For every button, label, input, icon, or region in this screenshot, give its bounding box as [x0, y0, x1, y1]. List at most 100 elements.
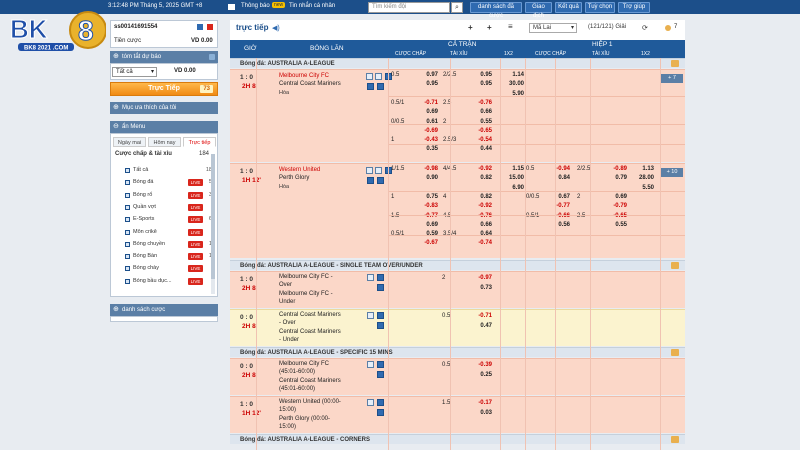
odds-over[interactable]: -0.39	[470, 362, 492, 368]
odds-1x2[interactable]: 30.00	[500, 81, 524, 87]
score-icon[interactable]	[377, 322, 384, 329]
notice-link[interactable]: Thông báo	[241, 3, 270, 9]
sound-icon[interactable]: ◀)	[272, 24, 280, 32]
tab-tomorrow[interactable]: Ngày mai	[113, 137, 146, 147]
checkbox[interactable]	[125, 254, 130, 260]
star-icon[interactable]	[377, 274, 384, 281]
score-icon[interactable]	[377, 409, 384, 416]
score-icon[interactable]	[377, 83, 384, 90]
menu-section-title[interactable]: Cược chấp & tài xỉu	[115, 151, 172, 157]
odds-hdp[interactable]: 0.69	[416, 222, 438, 228]
odds-ou[interactable]: -0.65	[470, 128, 492, 134]
checkbox[interactable]	[125, 266, 130, 272]
odds-half-1x2[interactable]: 5.50	[630, 185, 654, 191]
menu-header[interactable]: ⊖ ẩn Menu	[110, 121, 218, 133]
odds-half-ou[interactable]: 0.69	[605, 194, 627, 200]
sport-item[interactable]: Quần vợtLIVE8	[125, 202, 215, 213]
odds-ou[interactable]: 0.95	[470, 81, 492, 87]
checkbox[interactable]	[125, 278, 130, 284]
odds-half-hdp[interactable]: -0.94	[548, 166, 570, 172]
bet-list-header[interactable]: ⊕ danh sách cược	[110, 304, 218, 316]
collapse-icon[interactable]	[209, 54, 215, 60]
odds-half-ou[interactable]: -0.89	[605, 166, 627, 172]
checkbox[interactable]	[125, 192, 130, 198]
sport-item[interactable]: Bóng rổLIVE30	[125, 190, 215, 201]
odds-hdp[interactable]: -0.83	[416, 203, 438, 209]
tv-icon[interactable]	[375, 73, 382, 80]
star-icon[interactable]	[377, 399, 384, 406]
odds-hdp[interactable]: 0.75	[416, 194, 438, 200]
league-header[interactable]: Bóng đá: AUSTRALIA A-LEAGUE - SPECIFIC 1…	[230, 347, 685, 357]
collapse-icon[interactable]	[671, 262, 679, 269]
odds-ou[interactable]: -0.74	[470, 240, 492, 246]
odds-1x2[interactable]: 15.00	[500, 175, 524, 181]
odds-1x2[interactable]: 1.14	[500, 72, 524, 78]
tv-icon[interactable]	[375, 167, 382, 174]
odds-ou[interactable]: -0.92	[470, 166, 492, 172]
sport-item[interactable]: Bóng chàyLIVE5	[125, 263, 215, 274]
odds-hdp[interactable]: 0.90	[416, 175, 438, 181]
odds-ou[interactable]: 0.66	[470, 222, 492, 228]
odds-hdp[interactable]: 0.95	[416, 81, 438, 87]
odds-under[interactable]: 0.73	[470, 285, 492, 291]
odds-hdp[interactable]: -0.98	[416, 166, 438, 172]
odds-over[interactable]: -0.17	[470, 400, 492, 406]
refresh-icon[interactable]: +	[487, 23, 492, 32]
stats-icon[interactable]	[367, 274, 374, 281]
odds-hdp[interactable]: -0.69	[416, 128, 438, 134]
odds-ou[interactable]: 0.44	[470, 146, 492, 152]
odds-type-select[interactable]: Mã Lai ▾	[529, 23, 577, 33]
tab-today[interactable]: Hôm nay	[148, 137, 181, 147]
odds-half-hdp[interactable]: 0.67	[548, 194, 570, 200]
filter-select[interactable]: Tất cả ▾	[112, 67, 157, 77]
odds-hdp[interactable]: -0.43	[416, 137, 438, 143]
odds-1x2[interactable]: 6.90	[500, 185, 524, 191]
odds-half-1x2[interactable]: 28.00	[630, 175, 654, 181]
stats-icon[interactable]	[367, 399, 374, 406]
odds-half-1x2[interactable]: 1.13	[630, 166, 654, 172]
sport-item[interactable]: E-SportsLIVE63	[125, 214, 215, 225]
checkbox[interactable]	[125, 241, 130, 247]
odds-half-hdp[interactable]: 0.56	[548, 222, 570, 228]
score-icon[interactable]	[377, 284, 384, 291]
odds-ou[interactable]: 0.82	[470, 194, 492, 200]
odds-ou[interactable]: 0.66	[470, 109, 492, 115]
live-stream-icon[interactable]	[367, 83, 374, 90]
nav-transactions[interactable]: Giao dịch	[525, 2, 552, 19]
nav-results[interactable]: Kết quả	[555, 2, 582, 13]
odds-under[interactable]: 0.03	[470, 410, 492, 416]
odds-hdp[interactable]: 0.35	[416, 146, 438, 152]
stats-icon[interactable]	[367, 312, 374, 319]
favorites-header[interactable]: ⊕ Mục ưa thích của tôi	[110, 102, 218, 114]
nav-bet-list[interactable]: danh sách đã cược	[470, 2, 522, 19]
collapse-icon[interactable]	[671, 60, 679, 67]
checkbox[interactable]	[125, 204, 130, 210]
odds-ou[interactable]: -0.76	[470, 100, 492, 106]
odds-over[interactable]: -0.97	[470, 275, 492, 281]
checkbox[interactable]	[125, 168, 130, 173]
stats-icon[interactable]	[366, 73, 373, 80]
star-icon[interactable]	[377, 312, 384, 319]
odds-hdp[interactable]: -0.71	[416, 100, 438, 106]
league-count[interactable]: (121/121) Giải	[585, 23, 637, 33]
odds-under[interactable]: 0.25	[470, 372, 492, 378]
league-header[interactable]: Bóng đá: AUSTRALIA A-LEAGUE	[230, 58, 685, 68]
add-icon[interactable]: +	[468, 23, 473, 32]
logout-icon[interactable]	[207, 24, 213, 30]
sport-item[interactable]: Tất cả184	[125, 165, 215, 176]
odds-ou[interactable]: -0.54	[470, 137, 492, 143]
odds-half-ou[interactable]: 0.79	[605, 175, 627, 181]
refresh-timer-icon[interactable]: ⟳	[642, 24, 648, 32]
menu-scrollbar[interactable]	[211, 154, 215, 294]
nav-help[interactable]: Trợ giúp	[618, 2, 650, 13]
search-icon[interactable]: ⌕	[451, 2, 463, 13]
odds-ou[interactable]: 0.95	[470, 72, 492, 78]
odds-1x2[interactable]: 1.15	[500, 166, 524, 172]
brand-logo[interactable]: BK 8 BK8 2021 .COM	[6, 8, 107, 52]
account-info-icon[interactable]	[197, 24, 203, 30]
more-bets-button[interactable]: + 7	[661, 74, 683, 83]
checkbox[interactable]	[125, 180, 130, 186]
sport-item[interactable]: Môn crikêLIVE4	[125, 227, 215, 238]
tab-live[interactable]: Trực tiếp	[183, 137, 216, 147]
sport-item[interactable]: Bóng chuyềnLIVE13	[125, 239, 215, 250]
